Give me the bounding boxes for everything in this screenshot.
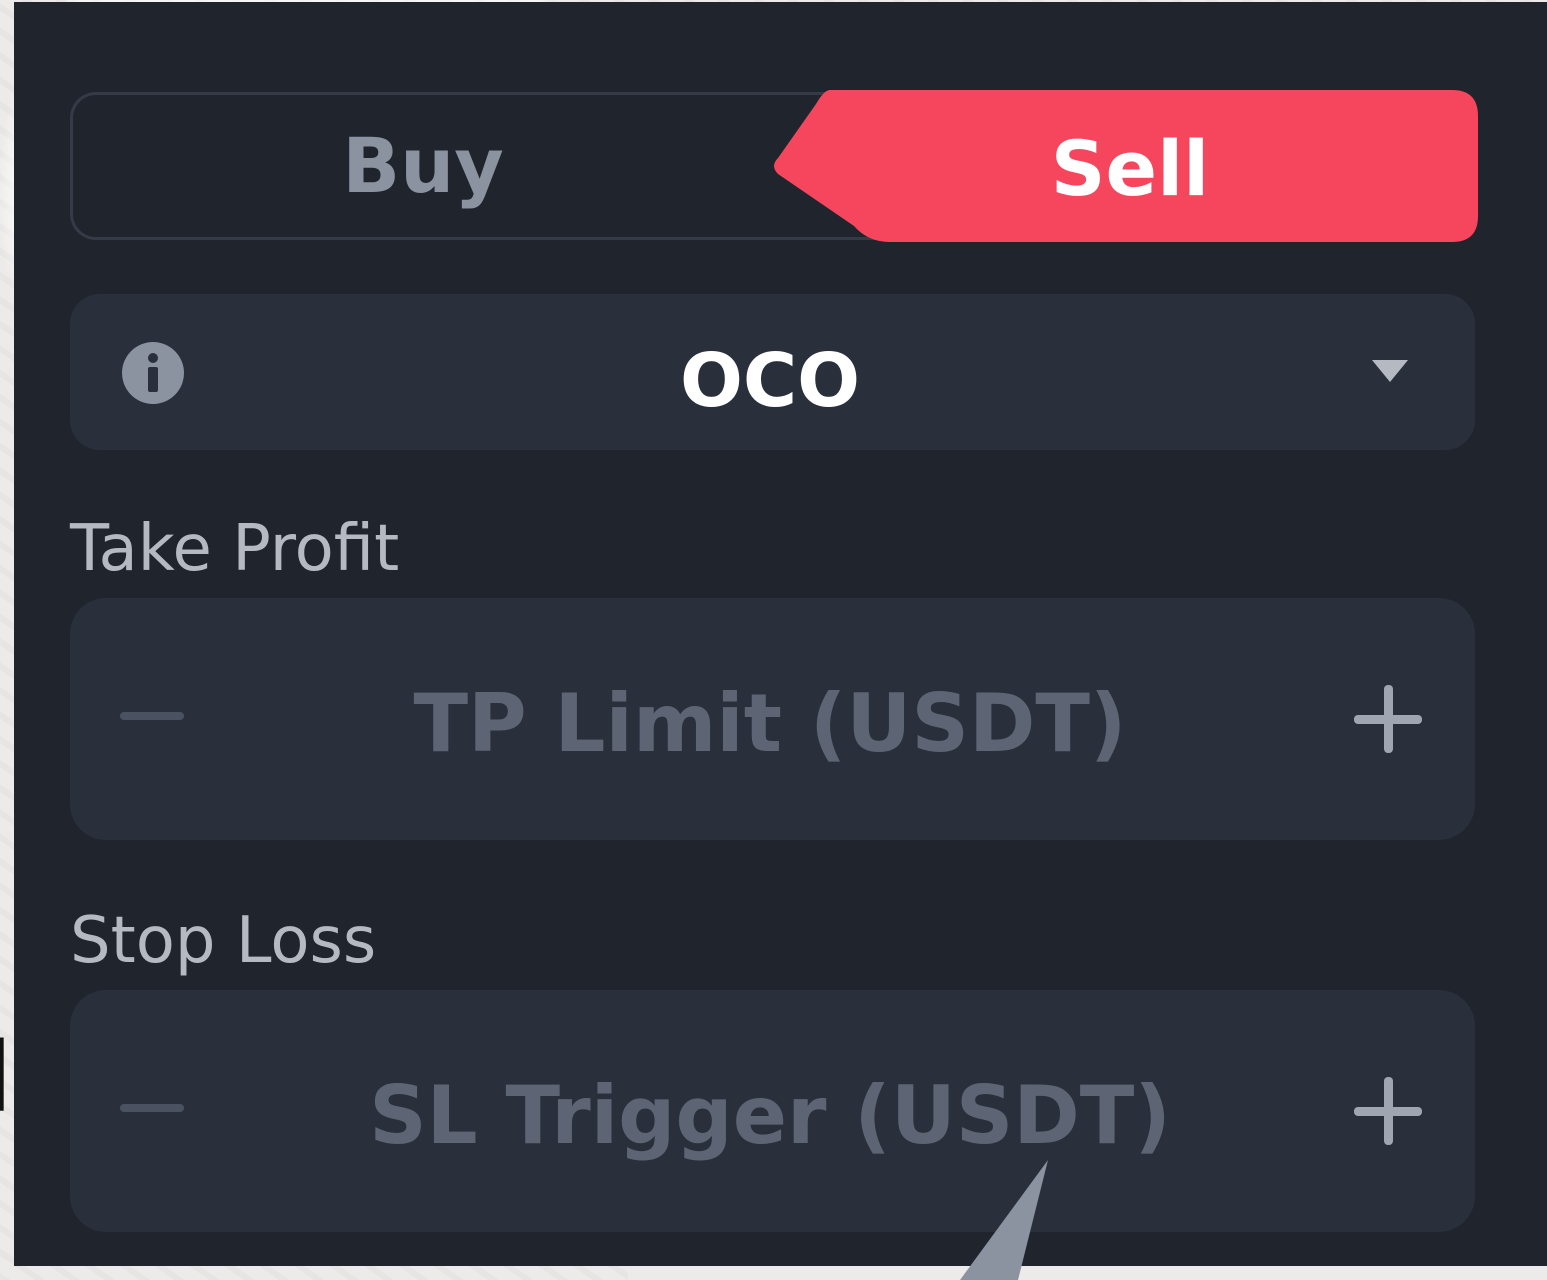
tp-decrement-button[interactable] (110, 678, 210, 758)
sell-tab-label: Sell (1050, 124, 1210, 213)
order-form-panel: Buy Sell OCO Take Profit TP Limit (USDT)… (14, 2, 1547, 1266)
side-toggle: Buy Sell (70, 90, 1478, 242)
caret-down-icon (1372, 360, 1408, 382)
take-profit-label: Take Profit (70, 512, 400, 586)
tp-limit-input[interactable] (270, 668, 1270, 778)
callout-pointer (960, 1160, 1048, 1280)
stop-loss-stepper (70, 990, 1475, 1232)
info-icon[interactable] (122, 342, 184, 404)
tp-increment-button[interactable] (1340, 678, 1440, 758)
sell-tab[interactable]: Sell (770, 90, 1478, 242)
order-type-value: OCO (679, 338, 861, 424)
buy-tab-label: Buy (342, 121, 504, 210)
order-type-select[interactable]: OCO (70, 294, 1475, 450)
take-profit-stepper (70, 598, 1475, 840)
buy-tab[interactable]: Buy (70, 92, 890, 240)
screenshot-stage: l Buy Sell OCO Take Profit (0, 0, 1547, 1280)
sl-trigger-input[interactable] (270, 1060, 1270, 1170)
background-strip (628, 1266, 1547, 1280)
background-glyph-fragment: l (0, 1030, 13, 1126)
stop-loss-label: Stop Loss (70, 904, 377, 978)
sl-decrement-button[interactable] (110, 1070, 210, 1150)
sl-increment-button[interactable] (1340, 1070, 1440, 1150)
